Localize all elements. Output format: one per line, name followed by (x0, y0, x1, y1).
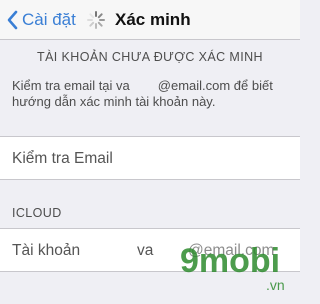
verification-instructions: Kiểm tra email tại va @email.com để biết … (12, 78, 294, 110)
instructions-prefix: Kiểm tra email tại va (12, 78, 130, 93)
back-chevron-icon (7, 10, 18, 30)
icloud-section-header: ICLOUD (12, 206, 62, 220)
account-label: Tài khoản (12, 242, 81, 259)
screen: Cài đặt Xác minh TÀI KHOẢN CHƯA ĐƯỢC XÁC… (0, 0, 300, 304)
watermark-sub-text: .vn (266, 277, 285, 293)
back-button-label: Cài đặt (22, 10, 76, 29)
account-user-value: va (137, 242, 154, 259)
loading-spinner-icon (87, 11, 105, 29)
unverified-section-header: TÀI KHOẢN CHƯA ĐƯỢC XÁC MINH (37, 50, 263, 64)
check-email-cell[interactable]: Kiểm tra Email (0, 136, 300, 180)
instructions-line-2: hướng dẫn xác minh tài khoản này. (12, 94, 216, 109)
page-title: Xác minh (115, 10, 191, 29)
instructions-line-1: Kiểm tra email tại va @email.com để biết (12, 78, 294, 94)
check-email-label: Kiểm tra Email (12, 150, 113, 167)
navigation-bar: Cài đặt Xác minh (0, 0, 300, 40)
watermark-logo: 9mobi .vn (180, 242, 285, 293)
watermark-main-text: 9mobi (180, 242, 280, 280)
instructions-suffix: @email.com để biết (157, 78, 273, 93)
back-button[interactable]: Cài đặt (6, 9, 76, 31)
